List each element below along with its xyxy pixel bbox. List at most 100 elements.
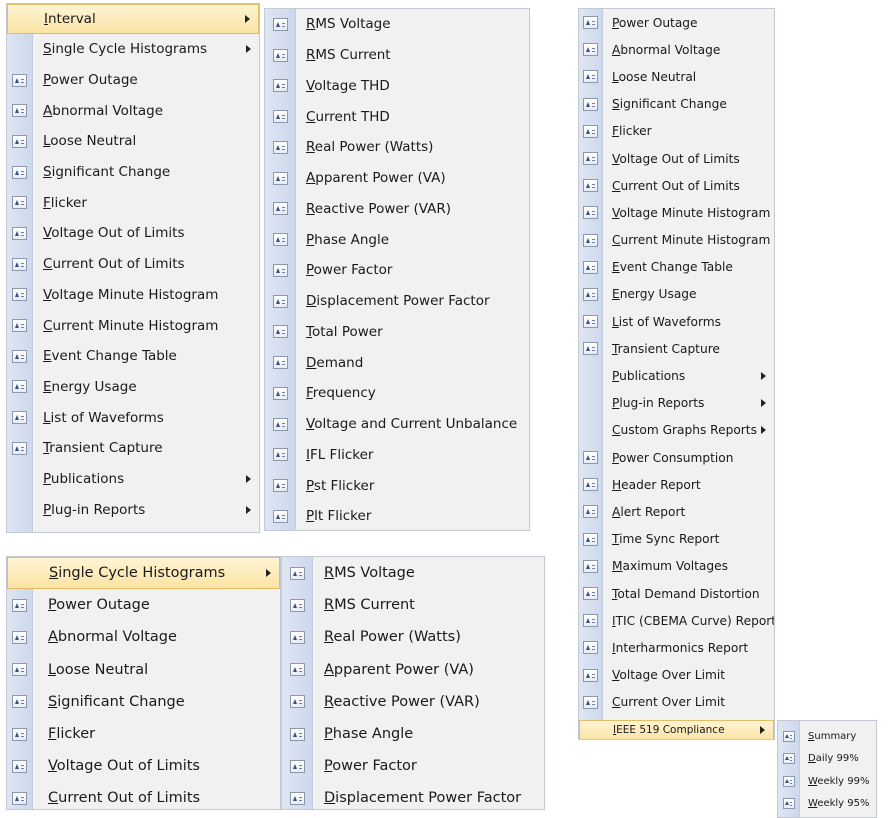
- menu-item-voltage-out-of-limits[interactable]: Voltage Out of Limits: [7, 750, 280, 782]
- report-icon: [782, 798, 795, 810]
- menu-item-pst-flicker[interactable]: Pst Flicker: [265, 470, 529, 501]
- menu-item-total-power[interactable]: Total Power: [265, 317, 529, 348]
- menu-item-loose-neutral[interactable]: Loose Neutral: [7, 126, 259, 157]
- menu-item-power-outage[interactable]: Power Outage: [7, 65, 259, 96]
- menu-item-transient-capture[interactable]: Transient Capture: [579, 335, 774, 362]
- menu-item-current-out-of-limits[interactable]: Current Out of Limits: [579, 172, 774, 199]
- menu-item-voltage-and-current-unbalance[interactable]: Voltage and Current Unbalance: [265, 409, 529, 440]
- report-icon: [265, 263, 295, 277]
- menu-item-power-outage[interactable]: Power Outage: [579, 9, 774, 36]
- menu-item-power-factor[interactable]: Power Factor: [265, 255, 529, 286]
- menu-item-label: Interval: [44, 11, 96, 27]
- menu-item-list-of-waveforms[interactable]: List of Waveforms: [579, 308, 774, 335]
- menu-item-label: Event Change Table: [612, 260, 733, 275]
- menu-item-rms-current[interactable]: RMS Current: [265, 40, 529, 71]
- menu-item-ifl-flicker[interactable]: IFL Flicker: [265, 440, 529, 471]
- menu-item-flicker[interactable]: Flicker: [7, 718, 280, 750]
- menu-item-itic-cbema-curve-report[interactable]: ITIC (CBEMA Curve) Report: [579, 607, 774, 634]
- menu-item-current-minute-histogram[interactable]: Current Minute Histogram: [579, 227, 774, 254]
- menu-item-voltage-minute-histogram[interactable]: Voltage Minute Histogram: [7, 280, 259, 311]
- menu-item-real-power-watts[interactable]: Real Power (Watts): [265, 132, 529, 163]
- report-icon: [579, 124, 602, 138]
- menu-item-frequency[interactable]: Frequency: [265, 378, 529, 409]
- menu-item-publications[interactable]: Publications: [579, 362, 774, 389]
- menu-item-current-over-limit[interactable]: Current Over Limit: [579, 689, 774, 716]
- menu-item-current-minute-histogram[interactable]: Current Minute Histogram: [7, 310, 259, 341]
- menu-item-plt-flicker[interactable]: Plt Flicker: [265, 501, 529, 530]
- menu-item-label: Real Power (Watts): [306, 139, 434, 156]
- menu-item-voltage-over-limit[interactable]: Voltage Over Limit: [579, 662, 774, 689]
- menu-item-interval[interactable]: Interval: [7, 4, 259, 34]
- menu-item-label: Pst Flicker: [306, 477, 375, 494]
- report-icon: [579, 451, 602, 465]
- menu-item-transient-capture[interactable]: Transient Capture: [7, 433, 259, 464]
- menu-item-voltage-thd[interactable]: Voltage THD: [265, 71, 529, 102]
- report-icon: [12, 257, 27, 271]
- menu-item-energy-usage[interactable]: Energy Usage: [7, 372, 259, 403]
- menu-item-label: Current Minute Histogram: [612, 233, 771, 248]
- menu-item-maximum-voltages[interactable]: Maximum Voltages: [579, 553, 774, 580]
- menu-item-apparent-power-va[interactable]: Apparent Power (VA): [265, 163, 529, 194]
- menu-item-power-consumption[interactable]: Power Consumption: [579, 444, 774, 471]
- menu-item-abnormal-voltage[interactable]: Abnormal Voltage: [7, 621, 280, 653]
- menu-item-rms-voltage[interactable]: RMS Voltage: [265, 9, 529, 40]
- menu-item-phase-angle[interactable]: Phase Angle: [265, 224, 529, 255]
- menu-item-real-power-watts[interactable]: Real Power (Watts): [282, 621, 544, 653]
- menu-item-abnormal-voltage[interactable]: Abnormal Voltage: [7, 95, 259, 126]
- report-icon: [265, 294, 295, 308]
- menu-item-flicker[interactable]: Flicker: [579, 118, 774, 145]
- menu-item-displacement-power-factor[interactable]: Displacement Power Factor: [265, 286, 529, 317]
- menu-item-phase-angle[interactable]: Phase Angle: [282, 718, 544, 750]
- report-icon: [282, 695, 312, 709]
- menu-item-flicker[interactable]: Flicker: [7, 187, 259, 218]
- menu-item-voltage-out-of-limits[interactable]: Voltage Out of Limits: [579, 145, 774, 172]
- menu-item-plug-in-reports[interactable]: Plug-in Reports: [7, 494, 259, 525]
- menu-item-single-cycle-histograms[interactable]: Single Cycle Histograms: [7, 557, 280, 590]
- menu-item-reactive-power-var[interactable]: Reactive Power (VAR): [282, 686, 544, 718]
- report-icon: [12, 380, 27, 394]
- menu-item-summary[interactable]: Summary: [778, 725, 876, 748]
- menu-item-time-sync-report[interactable]: Time Sync Report: [579, 526, 774, 553]
- menu-item-daily-99[interactable]: Daily 99%: [778, 748, 876, 771]
- menu-item-list-of-waveforms[interactable]: List of Waveforms: [7, 402, 259, 433]
- menu-item-reactive-power-var[interactable]: Reactive Power (VAR): [265, 194, 529, 225]
- report-icon: [7, 598, 32, 612]
- menu-item-apparent-power-va[interactable]: Apparent Power (VA): [282, 654, 544, 686]
- menu-item-weekly-95[interactable]: Weekly 95%: [778, 793, 876, 816]
- menu-item-rms-voltage[interactable]: RMS Voltage: [282, 557, 544, 589]
- menu-item-alert-report[interactable]: Alert Report: [579, 498, 774, 525]
- menu-item-demand[interactable]: Demand: [265, 347, 529, 378]
- menu-item-event-change-table[interactable]: Event Change Table: [579, 254, 774, 281]
- menu-item-loose-neutral[interactable]: Loose Neutral: [579, 63, 774, 90]
- menu-item-rms-current[interactable]: RMS Current: [282, 589, 544, 621]
- menu-item-energy-usage[interactable]: Energy Usage: [579, 281, 774, 308]
- menu-item-publications[interactable]: Publications: [7, 464, 259, 495]
- menu-item-interharmonics-report[interactable]: Interharmonics Report: [579, 634, 774, 661]
- report-icon: [272, 294, 288, 308]
- menu-item-total-demand-distortion[interactable]: Total Demand Distortion: [579, 580, 774, 607]
- menu-item-weekly-99[interactable]: Weekly 99%: [778, 770, 876, 793]
- submenu-arrow-icon: [761, 399, 766, 408]
- menu-item-current-out-of-limits[interactable]: Current Out of Limits: [7, 782, 280, 809]
- menu-item-current-out-of-limits[interactable]: Current Out of Limits: [7, 249, 259, 280]
- menu-item-single-cycle-histograms[interactable]: Single Cycle Histograms: [7, 34, 259, 65]
- menu-item-displacement-power-factor[interactable]: Displacement Power Factor: [282, 782, 544, 809]
- report-icon: [583, 451, 598, 465]
- menu-item-header-report[interactable]: Header Report: [579, 471, 774, 498]
- menu-item-power-outage[interactable]: Power Outage: [7, 589, 280, 621]
- menu-item-current-thd[interactable]: Current THD: [265, 101, 529, 132]
- menu-item-voltage-out-of-limits[interactable]: Voltage Out of Limits: [7, 218, 259, 249]
- report-icon: [579, 587, 602, 601]
- menu-item-abnormal-voltage[interactable]: Abnormal Voltage: [579, 36, 774, 63]
- menu-item-loose-neutral[interactable]: Loose Neutral: [7, 654, 280, 686]
- menu-item-event-change-table[interactable]: Event Change Table: [7, 341, 259, 372]
- menu-item-significant-change[interactable]: Significant Change: [579, 91, 774, 118]
- menu-item-ieee-519-compliance[interactable]: IEEE 519 Compliance: [579, 719, 774, 739]
- menu-item-power-factor[interactable]: Power Factor: [282, 750, 544, 782]
- menu-item-significant-change[interactable]: Significant Change: [7, 686, 280, 718]
- menu-item-plug-in-reports[interactable]: Plug-in Reports: [579, 390, 774, 417]
- menu-item-significant-change[interactable]: Significant Change: [7, 157, 259, 188]
- menu-item-custom-graphs-reports[interactable]: Custom Graphs Reports: [579, 417, 774, 444]
- menu-item-voltage-minute-histogram[interactable]: Voltage Minute Histogram: [579, 199, 774, 226]
- report-icon: [579, 559, 602, 573]
